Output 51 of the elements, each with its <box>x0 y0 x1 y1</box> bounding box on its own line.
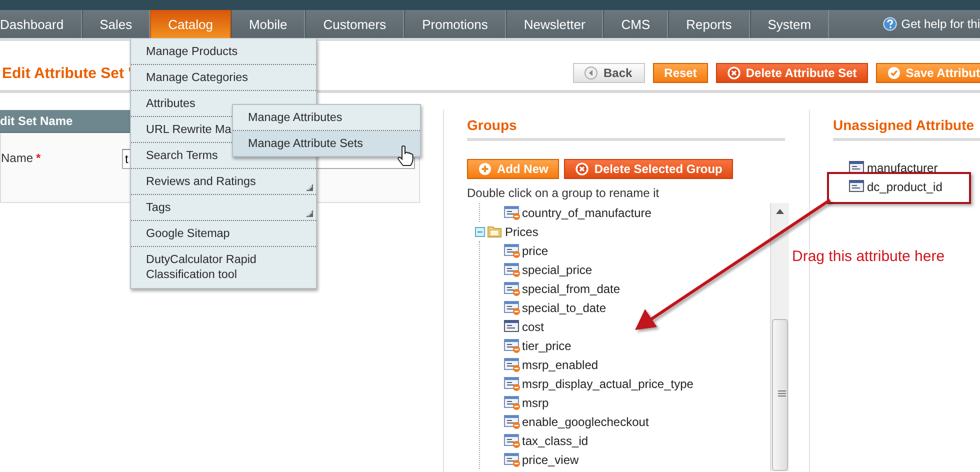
attribute-label[interactable]: msrp_display_actual_price_type <box>522 376 694 390</box>
menu-item[interactable]: DutyCalculator Rapid Classification tool <box>131 247 316 288</box>
section-title: Unassigned Attribute <box>833 116 976 134</box>
name-label: Name * <box>1 150 42 165</box>
attribute-label[interactable]: special_from_date <box>522 282 620 296</box>
menu-item[interactable]: Manage Products <box>131 39 316 65</box>
attribute-icon <box>849 160 865 175</box>
attribute-label[interactable]: tier_price <box>522 338 572 352</box>
attribute-label[interactable]: tax_class_id <box>522 434 588 448</box>
add-icon <box>478 162 492 176</box>
attribute-label[interactable]: msrp <box>522 396 549 410</box>
attribute-label[interactable]: cost <box>522 320 544 334</box>
nav-tab[interactable]: Mobile <box>230 10 306 38</box>
scroll-up-icon[interactable] <box>776 209 784 214</box>
attribute-label[interactable]: msrp_enabled <box>522 358 598 372</box>
delete-icon <box>726 66 741 80</box>
group-label[interactable]: Prices <box>505 224 538 238</box>
menu-item[interactable]: Google Sitemap <box>131 221 316 247</box>
nav-tab[interactable]: Dashboard <box>0 10 82 38</box>
check-icon <box>886 66 901 80</box>
help-icon[interactable] <box>883 17 898 31</box>
delete-icon <box>575 162 590 176</box>
nav-tab[interactable]: Reports <box>668 10 750 38</box>
nav-tab[interactable]: Newsletter <box>506 10 604 38</box>
attribute-label[interactable]: enable_googlecheckout <box>522 414 649 428</box>
annotation-text: Drag this attribute here <box>792 248 945 265</box>
hint-text: Double click on a group to rename it <box>467 185 660 201</box>
scrollbar[interactable] <box>770 203 789 471</box>
attribute-label[interactable]: special_to_date <box>522 300 606 314</box>
menu-item[interactable]: Tags <box>131 195 316 221</box>
menu-item[interactable]: Manage Categories <box>131 65 316 91</box>
attribute-label[interactable]: country_of_manufacture <box>522 206 652 220</box>
menu-item[interactable]: Reviews and Ratings <box>131 169 316 195</box>
attribute-label[interactable]: special_price <box>522 262 592 276</box>
collapse-icon[interactable] <box>475 226 485 236</box>
attribute-label[interactable]: manufacturer <box>867 160 938 174</box>
grip-icon <box>778 390 786 397</box>
attribute-label[interactable]: price <box>522 244 548 258</box>
attribute-label[interactable]: price_view <box>522 452 579 466</box>
submenu-item[interactable]: Manage Attribute Sets <box>233 131 420 156</box>
nav-tab[interactable]: Promotions <box>404 10 506 38</box>
folder-icon <box>487 224 503 239</box>
help-link[interactable]: Get help for thi <box>901 17 980 31</box>
back-button[interactable]: Back <box>573 63 646 83</box>
attribute-label[interactable]: dc_product_id <box>867 180 942 194</box>
attribute-icon <box>849 179 865 194</box>
nav-tab[interactable]: Customers <box>305 10 404 38</box>
back-icon <box>584 66 598 80</box>
nav-tab[interactable]: System <box>750 10 830 38</box>
section-title: Groups <box>467 116 518 134</box>
nav-tab[interactable]: CMS <box>603 10 668 38</box>
